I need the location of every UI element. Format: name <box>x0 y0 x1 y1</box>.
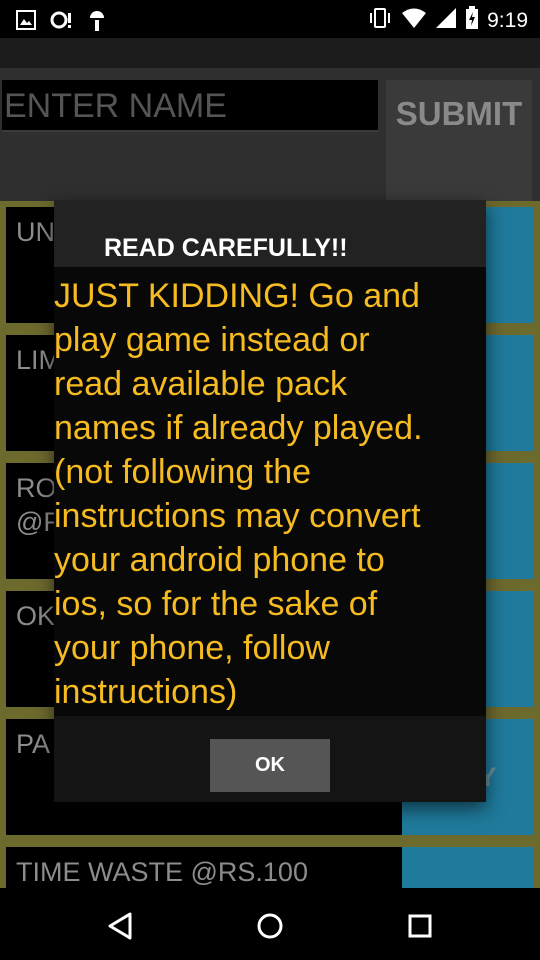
name-entry-row: ENTER NAME SUBMIT <box>0 68 540 206</box>
dialog-message-line: read available pack <box>54 365 347 403</box>
image-icon <box>16 10 36 35</box>
recents-icon[interactable] <box>400 906 440 946</box>
battery-charging-icon <box>465 6 479 35</box>
alert-dialog: READ CAREFULLY!! JUST KIDDING! Go and pl… <box>54 200 486 802</box>
status-bar: 9:19 <box>0 0 540 38</box>
navigation-bar <box>0 888 540 960</box>
pack-item: TIME WASTE @RS.100 <box>6 847 534 888</box>
dialog-message-line: your android phone to <box>54 541 385 579</box>
dialog-message-line: names if already played. <box>54 409 423 447</box>
signal-icon <box>435 7 457 34</box>
buy-button[interactable] <box>402 847 534 888</box>
home-icon[interactable] <box>250 906 290 946</box>
dialog-message-line: (not following the <box>54 453 312 491</box>
dialog-message-line: instructions may convert <box>54 497 421 535</box>
dialog-message-line: your phone, follow <box>54 629 330 667</box>
ok-button[interactable]: OK <box>210 739 330 792</box>
name-input[interactable]: ENTER NAME <box>2 80 378 132</box>
dialog-message: JUST KIDDING! Go and play game instead o… <box>54 274 486 714</box>
dialog-message-line: JUST KIDDING! Go and <box>54 277 420 315</box>
clock: 9:19 <box>487 8 528 32</box>
wifi-icon <box>401 7 427 34</box>
vibrate-icon <box>367 7 393 34</box>
app-screen: ENTER NAME SUBMIT UN Y LIM Y RO @R Y OK … <box>0 38 540 888</box>
dialog-title: READ CAREFULLY!! <box>54 200 486 267</box>
dialog-message-line: play game instead or <box>54 321 370 359</box>
submit-button[interactable]: SUBMIT <box>386 80 532 206</box>
dialog-message-line: ios, so for the sake of <box>54 585 378 623</box>
app-bar <box>0 38 540 68</box>
dialog-footer: OK <box>54 716 486 802</box>
dialog-message-line: instructions) <box>54 673 238 711</box>
back-icon[interactable] <box>100 906 140 946</box>
android-debug-icon <box>88 8 106 37</box>
sync-alert-icon <box>50 10 74 35</box>
